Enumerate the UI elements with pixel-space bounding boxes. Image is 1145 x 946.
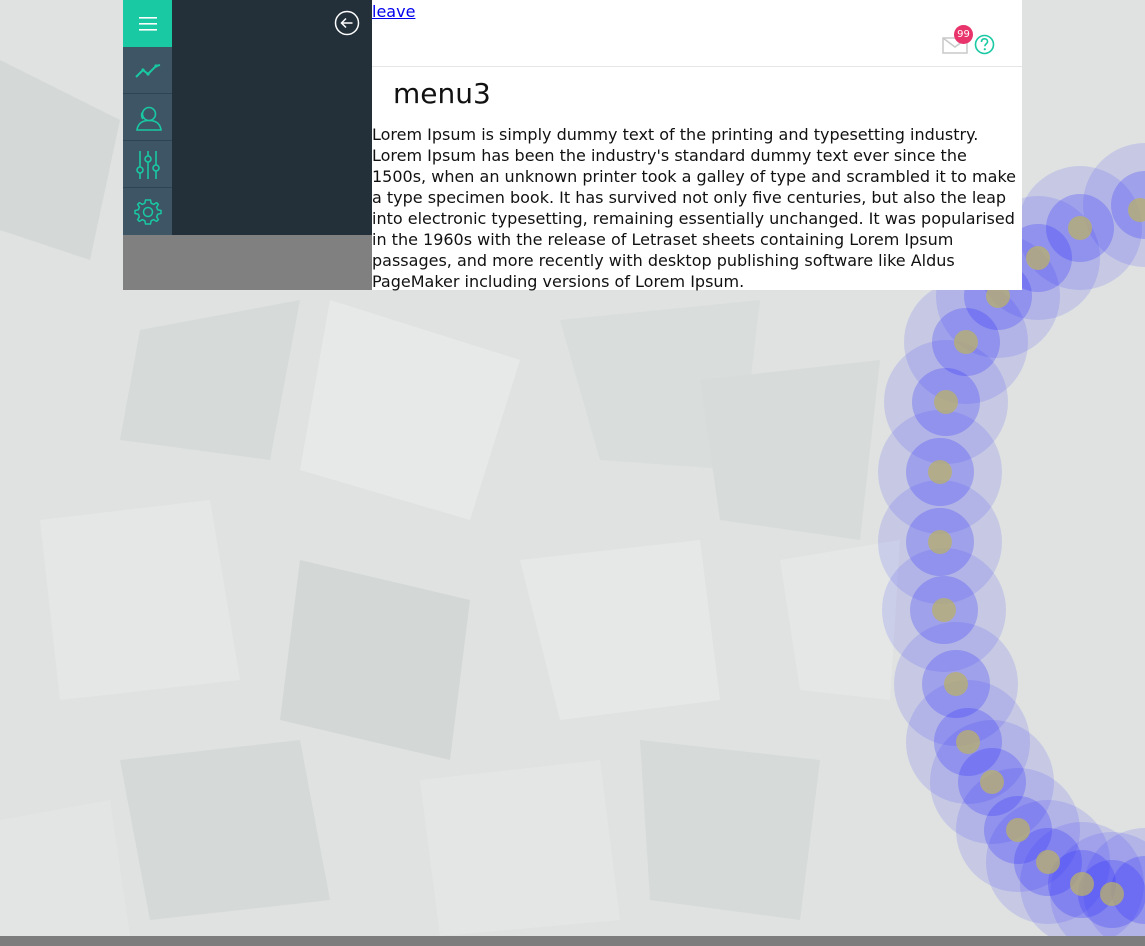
header-actions: 99 [942, 25, 998, 55]
page-title: menu3 [393, 77, 491, 110]
user-icon [135, 106, 162, 131]
gear-icon [133, 198, 162, 225]
icon-rail [123, 0, 172, 235]
sliders-icon [135, 150, 160, 179]
bottom-bar [0, 936, 1145, 946]
collapse-sidebar-button[interactable] [334, 10, 360, 36]
header-divider [372, 66, 1022, 67]
sidebar-drawer [172, 0, 372, 235]
main-content: leave 99 menu3 Lorem Ipsum is simply dum… [372, 0, 1022, 291]
rail-item-sliders[interactable] [123, 141, 172, 188]
rail-item-settings[interactable] [123, 188, 172, 235]
sidebar-empty-area [123, 235, 372, 290]
rail-item-users[interactable] [123, 94, 172, 141]
arrow-left-circle-icon [334, 10, 360, 36]
leave-link[interactable]: leave [372, 2, 415, 21]
hamburger-icon [138, 16, 157, 31]
help-icon[interactable] [974, 34, 995, 59]
body-text: Lorem Ipsum is simply dummy text of the … [372, 125, 1016, 291]
rail-item-chart[interactable] [123, 47, 172, 94]
menu-toggle-button[interactable] [123, 0, 172, 47]
notification-badge: 99 [954, 25, 973, 44]
trend-chart-icon [134, 63, 160, 78]
app-shell: leave 99 menu3 Lorem Ipsum is simply dum… [123, 0, 1022, 291]
